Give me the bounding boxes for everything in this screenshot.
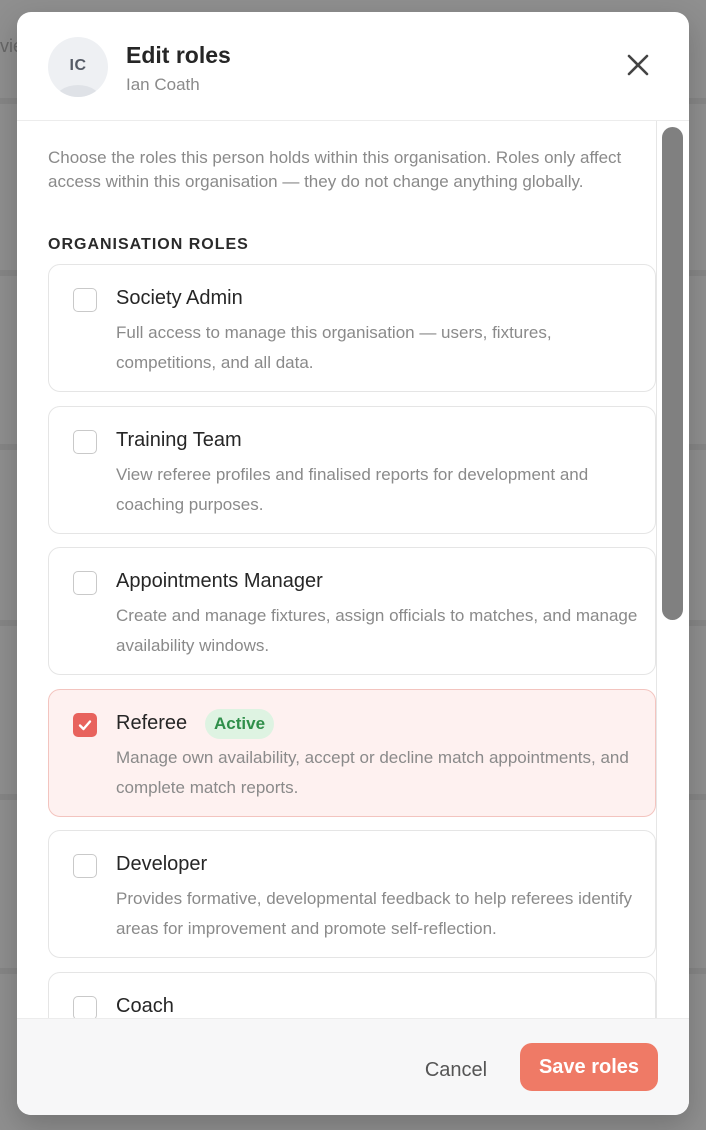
save-roles-button[interactable]: Save roles <box>520 1043 658 1091</box>
intro-text: Choose the roles this person holds withi… <box>48 148 622 191</box>
section-heading: ORGANISATION ROLES <box>48 236 249 253</box>
avatar-silhouette <box>54 85 102 97</box>
checkmark-icon <box>78 720 92 731</box>
role-name: Appointments Manager <box>116 570 323 592</box>
role-card-training-team[interactable]: Training Team View referee profiles and … <box>48 406 656 534</box>
dialog-title: Edit roles <box>126 42 231 68</box>
role-name: Coach <box>116 995 174 1017</box>
role-description: Full access to manage this organisation … <box>116 323 552 372</box>
close-icon <box>627 54 649 76</box>
role-checkbox-checked[interactable] <box>73 713 97 737</box>
dialog-footer: Cancel Save roles <box>17 1018 689 1115</box>
role-description: Manage own availability, accept or decli… <box>116 748 629 797</box>
role-card-society-admin[interactable]: Society Admin Full access to manage this… <box>48 264 656 392</box>
role-description: Create and manage fixtures, assign offic… <box>116 606 638 655</box>
edit-roles-dialog: IC Edit roles Ian Coath Choose the roles… <box>17 12 689 1115</box>
role-description: Provides formative, developmental feedba… <box>116 889 632 938</box>
close-button[interactable] <box>623 50 653 80</box>
role-card-appointments-manager[interactable]: Appointments Manager Create and manage f… <box>48 547 656 675</box>
role-checkbox[interactable] <box>73 996 97 1018</box>
avatar: IC <box>48 37 108 97</box>
role-card-coach[interactable]: Coach <box>48 972 656 1018</box>
role-name: Referee <box>116 712 188 734</box>
role-name: Society Admin <box>116 287 243 309</box>
cancel-button[interactable]: Cancel <box>407 1047 505 1093</box>
role-checkbox[interactable] <box>73 854 97 878</box>
role-name: Training Team <box>116 429 242 451</box>
role-checkbox[interactable] <box>73 288 97 312</box>
status-badge: Active <box>205 709 275 739</box>
scrollbar-thumb[interactable] <box>662 127 683 620</box>
role-checkbox[interactable] <box>73 430 97 454</box>
dialog-body[interactable]: Choose the roles this person holds withi… <box>17 121 689 1018</box>
person-name: Ian Coath <box>126 75 200 94</box>
role-checkbox[interactable] <box>73 571 97 595</box>
role-card-developer[interactable]: Developer Provides formative, developmen… <box>48 830 656 958</box>
avatar-initials: IC <box>69 57 87 74</box>
role-name: Developer <box>116 853 208 875</box>
role-card-referee[interactable]: Referee Active Manage own availability, … <box>48 689 656 817</box>
role-description: View referee profiles and finalised repo… <box>116 465 589 514</box>
dialog-header: IC Edit roles Ian Coath <box>17 12 689 121</box>
